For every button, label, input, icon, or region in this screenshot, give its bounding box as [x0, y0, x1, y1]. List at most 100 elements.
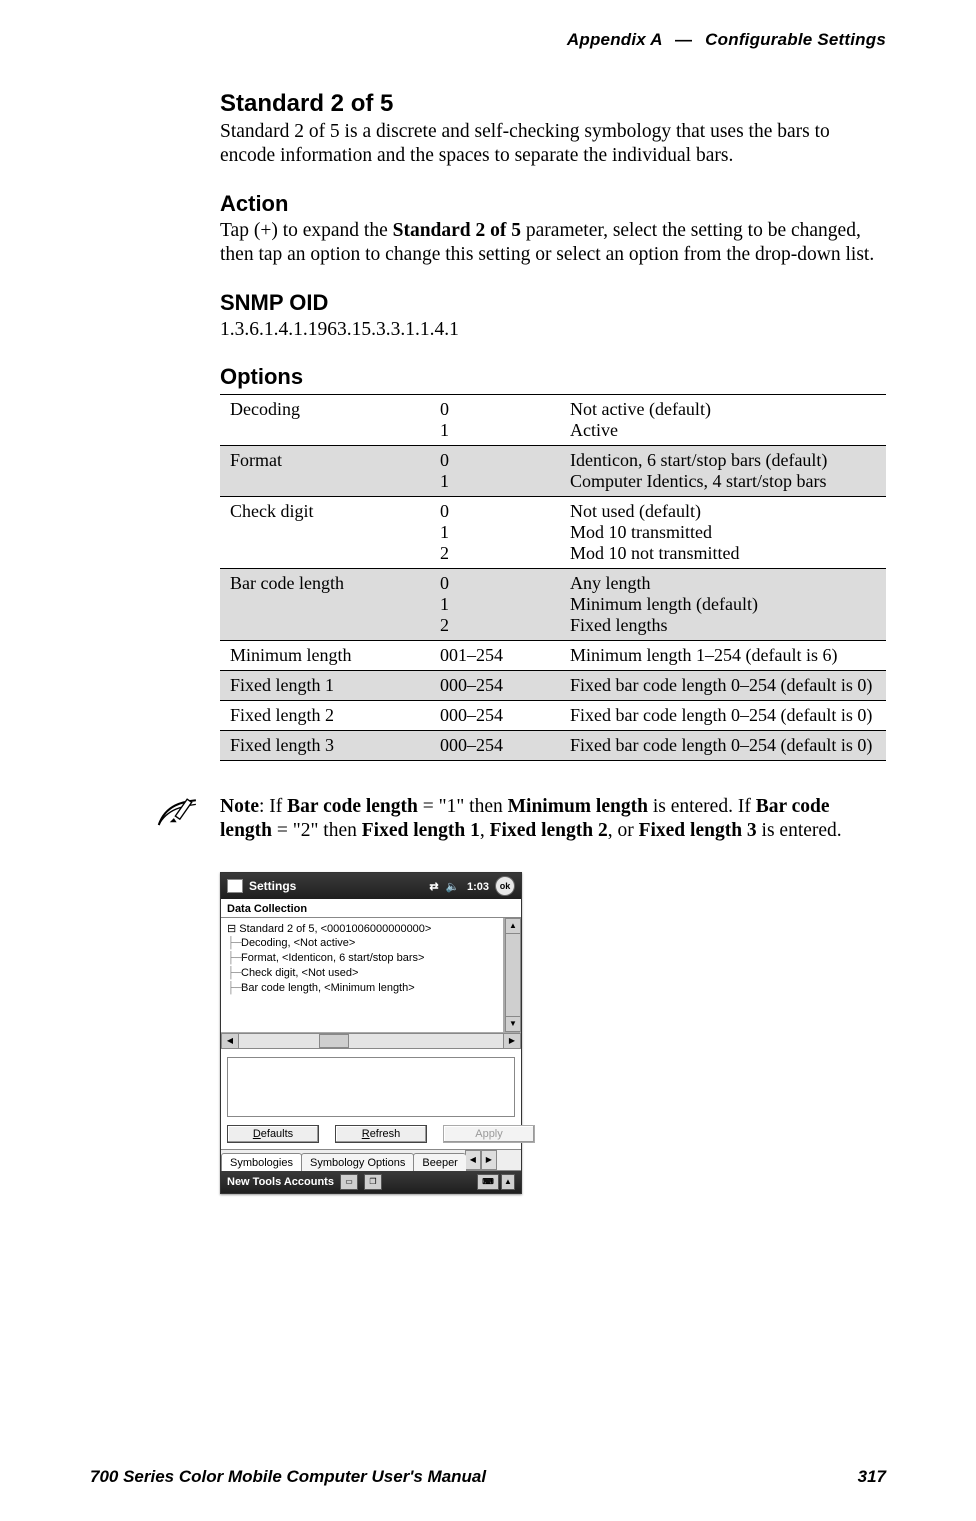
- tab-scroll-left-icon[interactable]: ◀: [465, 1150, 481, 1170]
- option-name: Bar code length: [220, 568, 430, 640]
- vertical-scrollbar[interactable]: ▲ ▼: [504, 918, 521, 1032]
- tree-item[interactable]: Check digit, <Not used>: [227, 966, 501, 981]
- device-details-area: [227, 1057, 515, 1117]
- note-t1: : If: [259, 796, 287, 817]
- note-t2: = "1" then: [418, 796, 508, 817]
- device-titlebar: Settings ⇄ 🔈 1:03 ok: [221, 873, 521, 899]
- tree-item[interactable]: Decoding, <Not active>: [227, 936, 501, 951]
- scroll-left-arrow-icon[interactable]: ◀: [221, 1033, 239, 1049]
- table-row: Decoding0 1Not active (default) Active: [220, 394, 886, 445]
- note-t7: is entered.: [757, 820, 842, 841]
- scroll-up-arrow-icon[interactable]: ▲: [505, 918, 521, 934]
- action-text-pre: Tap (+) to expand the: [220, 220, 393, 241]
- scroll-thumb-vertical[interactable]: [505, 934, 521, 1016]
- defaults-button[interactable]: Defaults: [227, 1125, 319, 1143]
- table-row: Format0 1Identicon, 6 start/stop bars (d…: [220, 445, 886, 496]
- note-text: Note: If Bar code length = "1" then Mini…: [220, 795, 886, 844]
- keyboard-icon[interactable]: ⌨: [477, 1174, 499, 1190]
- device-screenshot: Settings ⇄ 🔈 1:03 ok Data Collection Sta…: [220, 872, 522, 1194]
- options-table: Decoding0 1Not active (default) ActiveFo…: [220, 394, 886, 761]
- heading-options: Options: [220, 364, 886, 390]
- note-label: Note: [220, 796, 259, 817]
- heading-action: Action: [220, 191, 886, 217]
- ok-button[interactable]: ok: [495, 876, 515, 896]
- option-name: Format: [220, 445, 430, 496]
- paragraph-standard-2-of-5: Standard 2 of 5 is a discrete and self-c…: [220, 120, 886, 169]
- scroll-down-arrow-icon[interactable]: ▼: [505, 1016, 521, 1032]
- tab-beeper[interactable]: Beeper: [413, 1153, 465, 1171]
- footer-page-number: 317: [858, 1467, 886, 1487]
- device-title: Settings: [249, 879, 296, 893]
- table-row: Fixed length 3000–254Fixed bar code leng…: [220, 730, 886, 760]
- tab-symbology-options[interactable]: Symbology Options: [301, 1153, 414, 1171]
- note-b2: Minimum length: [508, 796, 648, 817]
- bottombar-icon-1[interactable]: ▭: [340, 1174, 358, 1190]
- note-b1: Bar code length: [287, 796, 418, 817]
- tree-item[interactable]: Format, <Identicon, 6 start/stop bars>: [227, 951, 501, 966]
- device-panel-title: Data Collection: [221, 899, 521, 918]
- apply-button: Apply: [443, 1125, 535, 1143]
- option-values: 0 1: [430, 445, 560, 496]
- connectivity-icon: ⇄: [429, 881, 438, 893]
- table-row: Fixed length 2000–254Fixed bar code leng…: [220, 700, 886, 730]
- table-row: Fixed length 1000–254Fixed bar code leng…: [220, 670, 886, 700]
- running-header-title: Configurable Settings: [705, 30, 886, 49]
- option-description: Fixed bar code length 0–254 (default is …: [560, 670, 886, 700]
- note-pencil-icon: [156, 797, 200, 836]
- option-values: 0 1 2: [430, 496, 560, 568]
- note-t3: is entered. If: [648, 796, 756, 817]
- option-values: 0 1 2: [430, 568, 560, 640]
- scroll-track-horizontal[interactable]: [239, 1033, 503, 1049]
- device-tabs: Symbologies Symbology Options Beeper ◀ ▶: [221, 1149, 521, 1171]
- bottombar-icon-2[interactable]: ❐: [364, 1174, 382, 1190]
- scroll-thumb-horizontal[interactable]: [319, 1034, 349, 1048]
- option-values: 000–254: [430, 700, 560, 730]
- sip-up-arrow-icon[interactable]: ▲: [501, 1174, 515, 1190]
- scroll-right-arrow-icon[interactable]: ▶: [503, 1033, 521, 1049]
- tab-scroll-right-icon[interactable]: ▶: [481, 1150, 497, 1170]
- option-description: Fixed bar code length 0–254 (default is …: [560, 700, 886, 730]
- action-text-bold: Standard 2 of 5: [393, 220, 521, 241]
- table-row: Bar code length0 1 2Any length Minimum l…: [220, 568, 886, 640]
- option-name: Minimum length: [220, 640, 430, 670]
- device-buttons: Defaults Refresh Apply: [221, 1123, 521, 1149]
- horizontal-scrollbar[interactable]: ◀ ▶: [221, 1032, 521, 1049]
- option-description: Minimum length 1–254 (default is 6): [560, 640, 886, 670]
- paragraph-action: Tap (+) to expand the Standard 2 of 5 pa…: [220, 219, 886, 268]
- table-row: Check digit0 1 2Not used (default) Mod 1…: [220, 496, 886, 568]
- heading-snmp-oid: SNMP OID: [220, 290, 886, 316]
- tree-root[interactable]: Standard 2 of 5, <0001006000000000>: [227, 922, 501, 937]
- option-values: 0 1: [430, 394, 560, 445]
- option-description: Not used (default) Mod 10 transmitted Mo…: [560, 496, 886, 568]
- page-footer: 700 Series Color Mobile Computer User's …: [90, 1467, 886, 1487]
- footer-left: 700 Series Color Mobile Computer User's …: [90, 1467, 486, 1487]
- running-header-dash: —: [667, 30, 700, 49]
- tree-item[interactable]: Bar code length, <Minimum length>: [227, 981, 501, 996]
- option-description: Fixed bar code length 0–254 (default is …: [560, 730, 886, 760]
- option-name: Fixed length 3: [220, 730, 430, 760]
- device-bottombar: New Tools Accounts ▭ ❐ ⌨ ▲: [221, 1171, 521, 1193]
- text-snmp-oid: 1.3.6.1.4.1.1963.15.3.3.1.1.4.1: [220, 318, 886, 342]
- note-block: Note: If Bar code length = "1" then Mini…: [156, 795, 886, 844]
- option-values: 000–254: [430, 730, 560, 760]
- refresh-button[interactable]: Refresh: [335, 1125, 427, 1143]
- note-t6: , or: [608, 820, 639, 841]
- note-b5: Fixed length 2: [490, 820, 608, 841]
- bottombar-menus[interactable]: New Tools Accounts: [227, 1176, 334, 1188]
- windows-flag-icon[interactable]: [227, 879, 243, 893]
- table-row: Minimum length001–254Minimum length 1–25…: [220, 640, 886, 670]
- speaker-icon: 🔈: [446, 881, 460, 893]
- note-b6: Fixed length 3: [639, 820, 757, 841]
- running-header-appendix: Appendix A: [567, 30, 662, 49]
- tab-symbologies[interactable]: Symbologies: [221, 1153, 302, 1171]
- device-tree[interactable]: Standard 2 of 5, <0001006000000000> Deco…: [221, 918, 504, 1032]
- option-name: Decoding: [220, 394, 430, 445]
- device-status-icons: ⇄ 🔈 1:03: [425, 879, 489, 893]
- device-time: 1:03: [467, 881, 489, 893]
- option-name: Fixed length 1: [220, 670, 430, 700]
- option-name: Check digit: [220, 496, 430, 568]
- option-description: Identicon, 6 start/stop bars (default) C…: [560, 445, 886, 496]
- option-values: 001–254: [430, 640, 560, 670]
- note-t5: ,: [480, 820, 490, 841]
- heading-standard-2-of-5: Standard 2 of 5: [220, 90, 886, 118]
